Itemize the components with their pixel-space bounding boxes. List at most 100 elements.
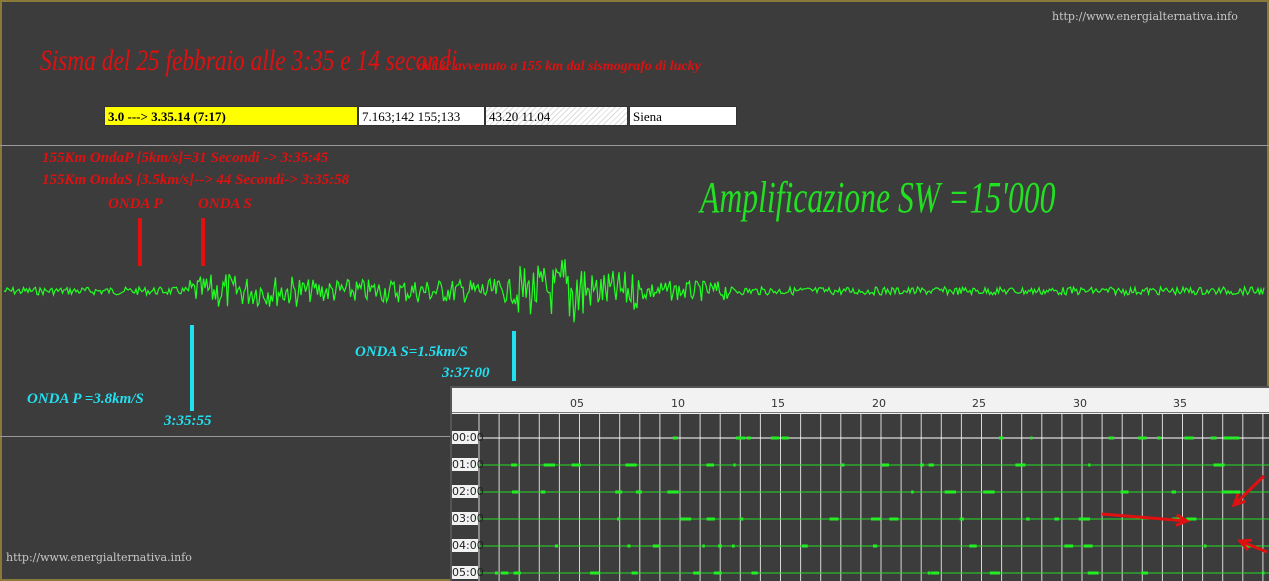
helicorder-blip [1078,517,1090,521]
helicorder-col-25: 25 [972,397,986,410]
helicorder-blip [872,544,878,548]
helicorder-blip [959,517,964,521]
helicorder-row-label: 04:00 [452,539,484,552]
helicorder-blip [1141,571,1148,575]
helicorder-blip [616,517,621,521]
helicorder-blip [1088,463,1091,467]
helicorder-blip [706,517,715,521]
helicorder-row-label: 03:00 [452,512,484,525]
helicorder-blip [1213,463,1225,467]
helicorder-blip [635,490,642,494]
helicorder-blip [702,544,705,548]
helicorder-blip [693,571,700,575]
helicorder-row-label: 00:00 [452,431,484,444]
helicorder-blip [801,544,808,548]
helicorder-blip [1083,544,1093,548]
helicorder-blip [706,463,715,467]
helicorder-blip [540,490,546,494]
helicorder-blip [731,544,735,548]
observed-p-label: ONDA P =3.8km/S [27,391,144,407]
helicorder-blip [889,517,899,521]
helicorder-blip [1210,436,1217,440]
observed-p-marker [190,325,194,411]
helicorder-blip [931,571,940,575]
helicorder-blip [920,463,924,467]
helicorder-blip [1087,571,1099,575]
helicorder-blip [781,436,789,440]
helicorder-blip [840,463,845,467]
observed-p-time: 3:35:55 [164,413,212,429]
helicorder-col-30: 30 [1073,397,1087,410]
helicorder-blip [1054,517,1060,521]
red-arrow [1101,512,1191,527]
helicorder-blip [983,490,995,494]
helicorder-blip [989,571,1000,575]
helicorder-blip [911,490,914,494]
helicorder-panel: 05 10 15 20 25 30 35 00:00 01:00 02:00 03:00 04:00… [450,386,1269,581]
helicorder-blip [1108,436,1115,440]
helicorder-blip [713,571,722,575]
helicorder-blip [494,571,498,575]
helicorder-blip [501,571,509,575]
helicorder-blip [513,571,521,575]
helicorder-blip [590,571,600,575]
helicorder-blip [1232,436,1240,440]
helicorder-blip [739,517,744,521]
seismogram-trace [3,259,1265,323]
helicorder-blip [615,490,623,494]
helicorder-blip [1138,436,1147,440]
helicorder-blip [683,517,689,521]
helicorder-grid [478,414,1269,581]
helicorder-blip [881,463,890,467]
helicorder-blip [554,544,558,548]
site-url-bottom[interactable]: http://www.energialternativa.info [6,551,192,564]
helicorder-blip [829,517,839,521]
helicorder-row-label: 02:00 [452,485,484,498]
observed-s-marker [512,331,516,381]
helicorder-col-05: 05 [570,397,584,410]
helicorder-blip [1184,436,1194,440]
helicorder-blip [928,463,934,467]
helicorder-blip [746,436,751,440]
helicorder-blip [1233,490,1241,494]
helicorder-blip [1261,571,1265,575]
helicorder-blip [1221,490,1234,494]
helicorder-blip [625,463,635,467]
helicorder-blip [927,571,931,575]
helicorder-blip [770,436,780,440]
helicorder-blip [652,544,660,548]
helicorder-blip [1030,436,1033,440]
helicorder-blip [870,517,881,521]
helicorder-blip [751,571,758,575]
helicorder-col-15: 15 [771,397,785,410]
helicorder-blip [627,544,631,548]
helicorder-col-35: 35 [1173,397,1187,410]
helicorder-blip [631,571,638,575]
helicorder-blip [571,463,581,467]
helicorder-row-label: 05:00 [452,566,484,579]
helicorder-blip [1015,463,1026,467]
helicorder-col-10: 10 [671,397,685,410]
helicorder-blip [1026,517,1030,521]
observed-s-time: 3:37:00 [442,365,490,381]
helicorder-col-20: 20 [872,397,886,410]
helicorder-blip [667,490,679,494]
helicorder-blip [735,436,746,440]
helicorder-blip [733,463,736,467]
helicorder-blip [511,490,519,494]
helicorder-blip [1223,436,1233,440]
helicorder-blip [543,463,556,467]
helicorder-blip [1203,544,1207,548]
helicorder-blip [1120,490,1129,494]
helicorder-blip [718,544,722,548]
helicorder-blip [944,490,956,494]
helicorder-blip [672,436,679,440]
helicorder-plot [452,414,1269,581]
helicorder-blip [998,436,1004,440]
helicorder-blip [511,463,517,467]
helicorder-blip [1064,544,1074,548]
helicorder-blip [1157,436,1161,440]
helicorder-row-label: 01:00 [452,458,484,471]
helicorder-blip [1171,490,1176,494]
helicorder-blip [969,544,973,548]
